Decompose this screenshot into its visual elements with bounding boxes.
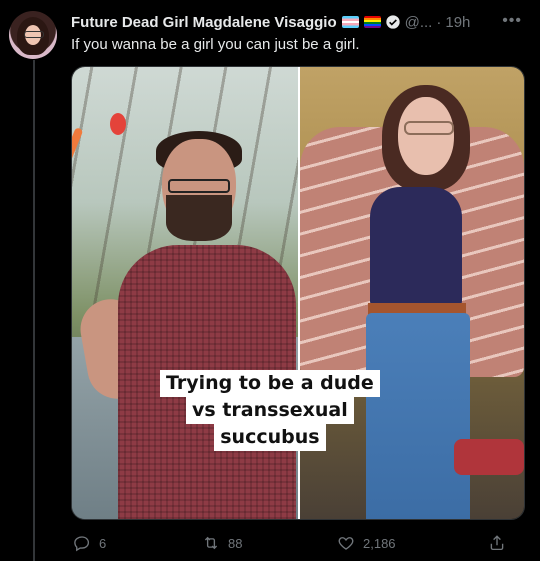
display-name[interactable]: Future Dead Girl Magdalene Visaggio (71, 14, 337, 31)
before-photo (72, 67, 298, 519)
media-caption: Trying to be a dude vs transsexual succu… (160, 370, 380, 451)
caption-line: succubus (214, 424, 326, 451)
heart-icon (338, 537, 354, 550)
tweet-header: Future Dead Girl Magdalene Visaggio @...… (71, 12, 530, 32)
like-button[interactable]: 2,186 (337, 531, 396, 555)
verified-icon (385, 14, 401, 30)
tweet-media[interactable]: Trying to be a dude vs transsexual succu… (71, 66, 525, 520)
thread-line (33, 60, 35, 561)
reply-button[interactable]: 6 (73, 531, 106, 555)
retweet-button[interactable]: 88 (202, 531, 242, 555)
trans-flag-icon (341, 16, 359, 28)
caption-line: Trying to be a dude (160, 370, 380, 397)
avatar[interactable] (9, 11, 57, 59)
like-count: 2,186 (363, 535, 396, 551)
rainbow-flag-icon (363, 16, 381, 28)
separator-dot: · (436, 13, 442, 31)
retweet-icon (204, 536, 218, 550)
share-button[interactable] (488, 531, 506, 555)
reply-icon (74, 536, 90, 552)
retweet-count: 88 (228, 535, 243, 551)
action-bar: 6 88 2,186 (71, 531, 523, 555)
handle[interactable]: @... (405, 14, 433, 31)
tweet-text: If you wanna be a girl you can just be a… (71, 36, 360, 53)
timestamp[interactable]: 19h (445, 14, 470, 31)
caption-line: vs transsexual (186, 397, 354, 424)
share-icon (490, 535, 504, 551)
more-icon[interactable]: ••• (502, 12, 522, 30)
reply-count: 6 (99, 535, 107, 551)
after-photo (300, 67, 524, 519)
